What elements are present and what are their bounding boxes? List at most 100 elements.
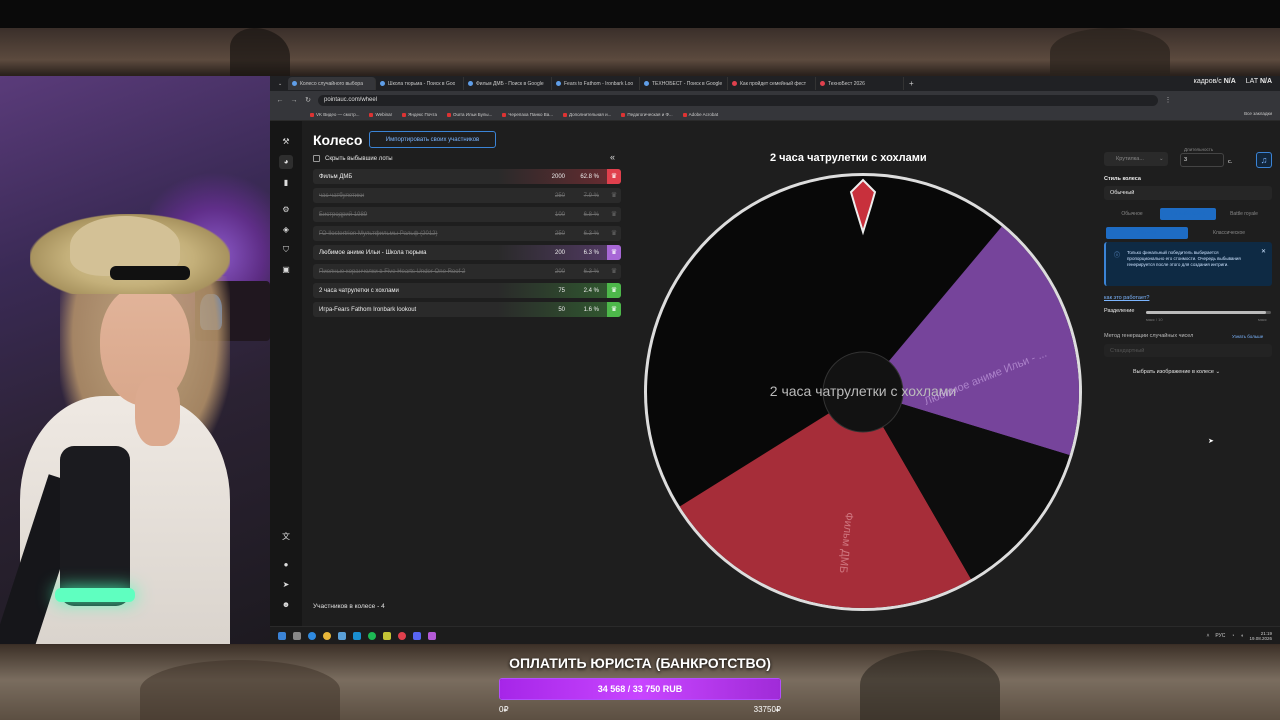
view-classic[interactable]: Классическое xyxy=(1188,227,1270,239)
windows-start-icon[interactable] xyxy=(278,631,286,640)
bookmark[interactable]: Дополнительная и... xyxy=(563,112,611,117)
all-bookmarks[interactable]: Все закладки xyxy=(1244,111,1272,116)
split-slider-fill xyxy=(1146,311,1266,314)
extensions-icon[interactable]: ⋮ xyxy=(1164,96,1172,104)
image-select-button[interactable]: Выбрать изображение в колесе ⌄ xyxy=(1133,369,1220,375)
settings-gear-icon[interactable]: ⚙ xyxy=(279,203,293,217)
lot-row[interactable]: Фильм ДМБ 2000 62.8 % ♛ xyxy=(313,169,621,184)
task-view-icon[interactable] xyxy=(293,631,301,640)
trash-icon[interactable]: ♛ xyxy=(607,226,621,241)
mode-battle-royale[interactable]: Battle royale xyxy=(1216,208,1272,220)
edge-icon[interactable] xyxy=(308,631,316,640)
trash-icon[interactable]: ♛ xyxy=(607,264,621,279)
webcam-sunglasses xyxy=(110,266,190,280)
rng-learn-more-link[interactable]: Узнать больше xyxy=(1232,334,1263,339)
chrome-icon[interactable] xyxy=(323,631,331,640)
history-icon[interactable]: ▣ xyxy=(279,263,293,277)
close-icon[interactable]: ✕ xyxy=(1261,248,1266,255)
split-slider[interactable] xyxy=(1146,311,1271,314)
telegram-icon[interactable]: ➤ xyxy=(279,578,293,592)
duration-value: 3 xyxy=(1184,157,1188,163)
bookmark[interactable]: Черепаха Панко Ва... xyxy=(502,112,553,117)
trash-icon[interactable]: ♛ xyxy=(607,245,621,260)
music-icon[interactable]: ♫ xyxy=(1256,152,1272,168)
translate-icon[interactable]: 文 xyxy=(279,530,293,544)
spotify-icon[interactable] xyxy=(368,631,376,640)
app-icon[interactable] xyxy=(383,631,391,640)
browser-tab[interactable]: Колесо случайного выбора xyxy=(288,77,376,90)
user-icon[interactable]: ☻ xyxy=(279,598,293,612)
mode-normal[interactable]: Обычное xyxy=(1104,208,1160,220)
lot-amount: 75 xyxy=(558,287,565,294)
trash-icon[interactable]: ♛ xyxy=(607,283,621,298)
browser-tab[interactable]: Школа тюрьма - Поиск в Goo xyxy=(376,77,464,90)
page-title: Колесо xyxy=(313,132,363,148)
lot-row[interactable]: Игра-Fears Fathom Ironbark lookout 50 1.6 … xyxy=(313,302,621,317)
lot-percent: 6.8 % xyxy=(583,211,599,218)
trash-icon[interactable]: ♛ xyxy=(607,302,621,317)
wheel-winner-title: 2 часа чатрулетки с хохлами xyxy=(770,152,927,164)
reload-icon[interactable]: ↻ xyxy=(304,96,312,104)
donation-goal-progress: 34 568 / 33 750 RUB xyxy=(597,684,683,694)
image-select-label: Выбрать изображение в колесе xyxy=(1133,369,1214,375)
discord-icon[interactable] xyxy=(413,631,421,640)
address-bar[interactable]: pointauc.com/wheel xyxy=(318,94,1158,106)
hide-winners-checkbox[interactable] xyxy=(313,155,320,162)
steam-icon[interactable] xyxy=(353,631,361,640)
volume-icon[interactable]: ◖ xyxy=(1240,633,1243,639)
hide-winners-toggle[interactable]: Скрыть выбывшие лоты xyxy=(313,155,393,162)
browser-tab[interactable]: Как пройдет семейный фест xyxy=(728,77,816,90)
lot-row[interactable]: час чатбулетики 250 7.9 % ♛ xyxy=(313,188,621,203)
bookmark[interactable]: Педагогическая и Ф... xyxy=(621,112,673,117)
clock[interactable]: 21:19 19.08.2026 xyxy=(1249,631,1272,641)
github-icon[interactable]: ● xyxy=(279,558,293,572)
lot-name: Пиелные коранчелки в Five Hearts Under O… xyxy=(319,268,466,275)
google-icon xyxy=(644,81,649,86)
auction-hammer-icon[interactable]: ⚒ xyxy=(279,135,293,149)
lot-row[interactable]: Пиелные коранчелки в Five Hearts Under O… xyxy=(313,264,621,279)
how-it-works-link[interactable]: как это работает? xyxy=(1104,295,1149,301)
bookmark[interactable]: Ourra Ильи Булы... xyxy=(447,112,492,117)
tray-chevron-icon[interactable]: ˄ xyxy=(1206,633,1209,639)
browser-tab[interactable]: ТЕХНОБЕСТ - Поиск в Google xyxy=(640,77,728,90)
bookmark[interactable]: Adobe Acrobat xyxy=(682,112,718,117)
wheel-icon[interactable]: ◕ xyxy=(279,155,293,169)
forward-icon[interactable]: → xyxy=(290,97,298,104)
prize-wheel[interactable]: 2 часа чатрулетки с хохлами Любимое аним… xyxy=(643,172,1083,612)
rng-value: Стандартный xyxy=(1110,348,1145,354)
view-normal[interactable]: Обычное xyxy=(1106,227,1188,239)
trash-icon[interactable]: ♛ xyxy=(607,169,621,184)
webcam-feed xyxy=(0,76,270,644)
bookmark-icon xyxy=(563,112,568,117)
lot-row[interactable]: ГО Ilostertrion Мультфильмы Ральф (2012)… xyxy=(313,226,621,241)
shield-icon[interactable]: ⛉ xyxy=(279,243,293,257)
back-icon[interactable]: ← xyxy=(276,97,284,104)
lang-indicator[interactable]: РУС xyxy=(1215,633,1225,639)
lot-row[interactable]: Бистродрий 1989 100 6.8 % ♛ xyxy=(313,207,621,222)
trash-icon[interactable]: ♛ xyxy=(607,207,621,222)
lot-name: час чатбулетики xyxy=(319,192,365,199)
stats-icon[interactable]: ▮ xyxy=(279,176,293,190)
new-tab-button[interactable]: + xyxy=(904,79,919,88)
bookmark[interactable]: Яндекс Почта xyxy=(402,112,437,117)
app-icon[interactable] xyxy=(428,631,436,640)
google-icon xyxy=(468,81,473,86)
import-participants-button[interactable]: Импортировать своих участников xyxy=(369,131,496,148)
wifi-icon[interactable]: ◔ xyxy=(1231,633,1234,639)
taskbar: ˄ РУС ◔ ◖ 21:19 19.08.2026 xyxy=(270,626,1280,644)
browser-tab[interactable]: ТехноБест 2026 xyxy=(816,77,904,90)
collapse-icon[interactable]: « xyxy=(610,152,615,162)
browser-tab[interactable]: Фильм ДМБ - Поиск в Google xyxy=(464,77,552,90)
layers-icon[interactable]: ◈ xyxy=(279,223,293,237)
tab-chevron[interactable]: ⌄ xyxy=(274,77,288,90)
lot-row[interactable]: 2 часа чатрулетки с хохлами 75 2.4 % ♛ xyxy=(313,283,621,298)
lot-row[interactable]: Любимое аниме Ильи - Школа тюрьма 200 6.3 … xyxy=(313,245,621,260)
obs-icon[interactable] xyxy=(398,631,406,640)
split-label: Разделение xyxy=(1104,308,1135,314)
trash-icon[interactable]: ♛ xyxy=(607,188,621,203)
bookmark[interactable]: Webinar xyxy=(369,112,392,117)
bookmark[interactable]: VK Видео — смотр... xyxy=(310,112,359,117)
browser-tab[interactable]: Fears to Fathom - Ironbark Loo xyxy=(552,77,640,90)
explorer-icon[interactable] xyxy=(338,631,346,640)
mode-elimination[interactable]: На выбывание xyxy=(1160,208,1216,220)
